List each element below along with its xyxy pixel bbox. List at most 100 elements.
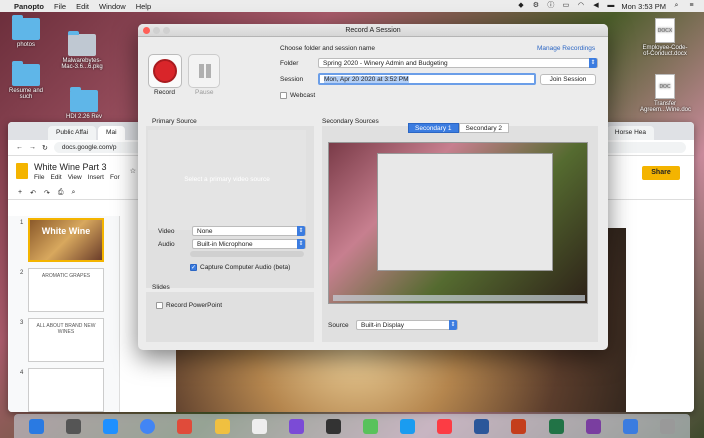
back-icon[interactable]: ← [16,144,23,151]
folder-icon [70,87,98,112]
record-button[interactable] [148,54,182,88]
slides-logo-icon[interactable] [16,163,28,179]
word-icon[interactable] [474,418,490,434]
desktop-file-transfer-agreement[interactable]: DOC Transfer Agreem...Wine.doc [640,74,691,113]
pause-icon-bar [206,64,211,78]
star-icon[interactable]: ☆ [130,167,136,175]
video-select[interactable]: None [192,226,306,236]
capture-audio-checkbox[interactable]: ✓ [190,264,197,271]
safari-icon[interactable] [103,418,119,434]
photobooth-icon[interactable] [325,418,341,434]
webcast-checkbox[interactable] [280,92,287,99]
menu-file[interactable]: File [54,2,66,11]
print-icon[interactable]: ⎙ [58,189,64,197]
source-label: Source [328,322,349,329]
session-name-text: Mon, Apr 20 2020 at 3:52 PM [324,76,409,83]
browser-tab[interactable]: Public Affai [48,126,97,140]
slide-number: 2 [20,270,24,276]
browser-tab[interactable]: Horse Hea [606,126,654,140]
mail-icon[interactable] [177,418,193,434]
join-session-button[interactable]: Join Session [540,74,596,85]
minimize-icon[interactable] [153,27,160,34]
notes-icon[interactable] [214,418,230,434]
add-icon[interactable]: + [18,189,22,196]
search-icon[interactable]: ⌕ [672,2,681,10]
slide-thumbnail[interactable]: AROMATIC GRAPES [28,268,104,312]
onenote-icon[interactable] [585,418,601,434]
desktop-folder-photos[interactable]: photos [2,15,50,48]
finder-icon[interactable] [29,418,45,434]
close-icon[interactable] [143,27,150,34]
menu-clock[interactable]: Mon 3:53 PM [621,2,666,11]
secondary-preview-screenshot [328,142,588,304]
doc-menu-edit[interactable]: Edit [50,174,61,181]
source-select[interactable]: Built-in Display [356,320,458,330]
chrome-icon[interactable] [140,418,156,434]
preview-dock [333,295,585,301]
preview-nested-dialog [377,153,553,271]
zoom-window-icon[interactable] [163,27,170,34]
messages-icon[interactable] [363,418,379,434]
panopto-icon[interactable] [622,418,638,434]
trash-icon[interactable] [659,418,675,434]
package-icon [68,31,96,56]
slide-panel: 1 White Wine 2 AROMATIC GRAPES 3 ALL ABO… [8,216,120,412]
airplay-icon[interactable]: ▭ [561,2,570,10]
desktop-icon-label: HDI 2.26 Rev [65,114,102,120]
zoom-icon[interactable]: ⌕ [71,189,75,197]
slide-number: 3 [20,320,24,326]
menu-app-name[interactable]: Panopto [14,2,44,11]
slide-thumbnail[interactable]: White Wine [28,218,104,262]
podcasts-icon[interactable] [288,418,304,434]
desktop-file-malwarebytes[interactable]: Malwarebytes-Mac-3.6...6.pkg [58,31,106,70]
menu-edit[interactable]: Edit [76,2,89,11]
webcast-label: Webcast [290,92,316,99]
desktop-folder-hdi[interactable]: HDI 2.26 Rev [60,87,108,120]
audio-select[interactable]: Built-in Microphone [192,239,306,249]
folder-label: Folder [280,60,299,67]
menu-bar: Panopto File Edit Window Help ◆ ⚙ ⓘ ▭ ◠ … [0,0,704,12]
tab-secondary-1[interactable]: Secondary 1 [408,123,459,133]
wifi-icon[interactable]: ◠ [576,2,585,10]
battery-icon[interactable]: ▬ [606,2,615,10]
doc-menu-format[interactable]: For [110,174,120,181]
menu-list-icon[interactable]: ≡ [687,2,696,10]
record-icon [153,59,177,83]
dropbox-icon[interactable]: ◆ [516,2,525,10]
session-name-input[interactable]: Mon, Apr 20 2020 at 3:52 PM [318,73,536,85]
tab-secondary-2[interactable]: Secondary 2 [458,123,509,133]
desktop-file-code-of-conduct[interactable]: DOCX Employee-Code-of-Conduct.docx [640,18,690,57]
doc-menu-view[interactable]: View [68,174,82,181]
manage-recordings-link[interactable]: Manage Recordings [537,45,595,52]
pause-button[interactable] [188,54,220,88]
undo-icon[interactable]: ↶ [30,189,36,197]
slide-thumbnail[interactable] [28,368,104,412]
desktop-icon-label: Malwarebytes-Mac-3.6...6.pkg [61,58,103,70]
launchpad-icon[interactable] [66,418,82,434]
menu-help[interactable]: Help [136,2,151,11]
forward-icon[interactable]: → [29,144,36,151]
menu-window[interactable]: Window [99,2,126,11]
folder-select[interactable]: Spring 2020 - Winery Admin and Budgeting [318,58,598,68]
info-icon[interactable]: ⓘ [546,2,555,10]
volume-icon[interactable]: ◀ [591,2,600,10]
folder-icon [12,15,40,40]
doc-menu-file[interactable]: File [34,174,44,181]
share-button[interactable]: Share [642,166,680,180]
slide-thumbnail[interactable]: ALL ABOUT BRAND NEW WINES [28,318,104,362]
reload-icon[interactable]: ↻ [42,144,48,152]
doc-title[interactable]: White Wine Part 3 [34,162,120,172]
appstore-icon[interactable] [400,418,416,434]
folder-icon [12,61,40,86]
excel-icon[interactable] [548,418,564,434]
gear-icon[interactable]: ⚙ [531,2,540,10]
music-icon[interactable] [437,418,453,434]
primary-source-heading: Primary Source [152,118,197,125]
browser-tab-active[interactable]: Mai [98,126,125,140]
redo-icon[interactable]: ↷ [44,189,50,197]
powerpoint-icon[interactable] [511,418,527,434]
desktop-folder-resume[interactable]: Resume and such [2,61,50,100]
record-powerpoint-checkbox[interactable] [156,302,163,309]
doc-menu-insert[interactable]: Insert [88,174,104,181]
calendar-icon[interactable] [251,418,267,434]
